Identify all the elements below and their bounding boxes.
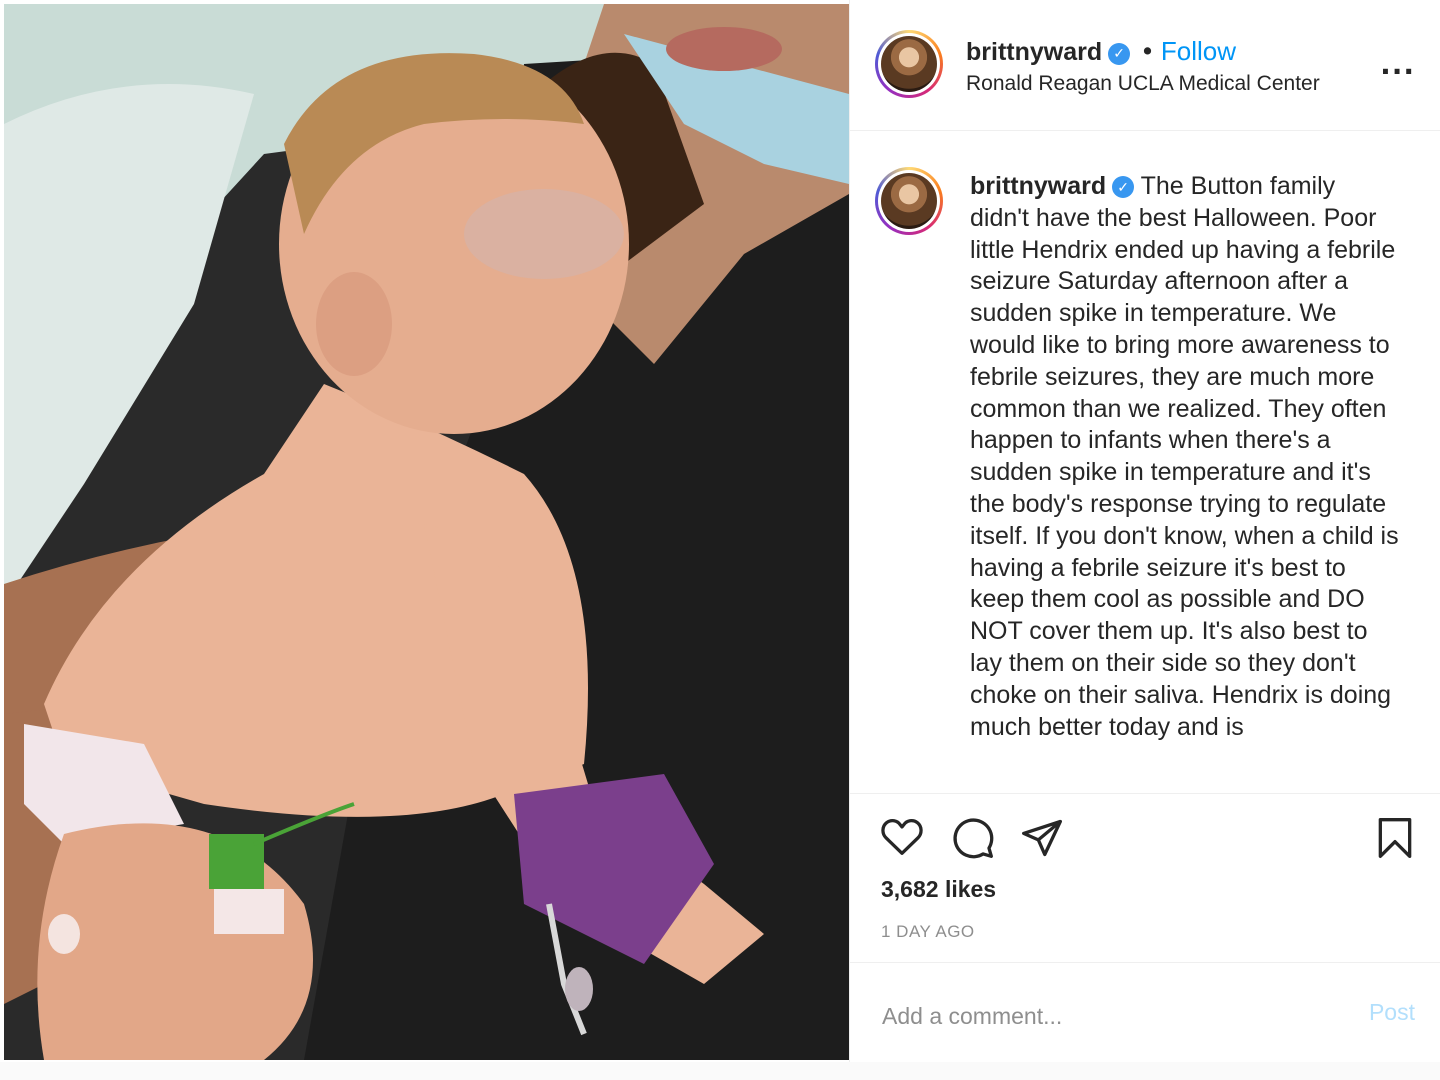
caption-text: The Button family didn't have the best H… — [970, 172, 1399, 741]
caption-username[interactable]: brittnyward — [970, 172, 1106, 200]
separator-dot: • — [1140, 37, 1155, 66]
instagram-post: brittnyward ✓ • Follow Ronald Reagan UCLA M… — [0, 0, 1440, 1062]
comment-bar: Post — [850, 962, 1440, 1063]
avatar-image — [881, 36, 937, 92]
verified-badge-icon: ✓ — [1108, 43, 1131, 65]
photo-illustration — [4, 4, 849, 1060]
more-options-icon[interactable]: ... — [1380, 48, 1415, 81]
heart-icon[interactable] — [880, 816, 924, 860]
post-header: brittnyward ✓ • Follow Ronald Reagan UCLA M… — [850, 0, 1440, 131]
bookmark-icon[interactable] — [1375, 816, 1415, 864]
post-photo[interactable] — [4, 4, 849, 1060]
post-location[interactable]: Ronald Reagan UCLA Medical Center — [966, 72, 1320, 96]
comment-input[interactable] — [880, 993, 1324, 1039]
post-timestamp[interactable]: 1 DAY AGO — [881, 922, 975, 942]
caption-author-avatar[interactable] — [875, 167, 943, 235]
share-icon[interactable] — [1020, 816, 1064, 864]
action-bar — [850, 808, 1440, 868]
post-comment-button[interactable]: Post — [1369, 999, 1415, 1026]
avatar-image — [881, 173, 937, 229]
post-sidebar: brittnyward ✓ • Follow Ronald Reagan UCLA M… — [849, 0, 1440, 1062]
verified-badge-icon: ✓ — [1112, 176, 1135, 198]
caption-text-block: brittnyward ✓ The Button family didn't ha… — [970, 171, 1400, 743]
comment-icon[interactable] — [951, 816, 995, 864]
header-name-row: brittnyward ✓ • Follow — [966, 36, 1236, 67]
follow-button[interactable]: Follow — [1161, 36, 1236, 66]
likes-count[interactable]: 3,682 likes — [881, 876, 996, 903]
caption-section: brittnyward ✓ The Button family didn't ha… — [850, 131, 1440, 794]
author-avatar[interactable] — [875, 30, 943, 98]
author-username[interactable]: brittnyward — [966, 38, 1102, 66]
